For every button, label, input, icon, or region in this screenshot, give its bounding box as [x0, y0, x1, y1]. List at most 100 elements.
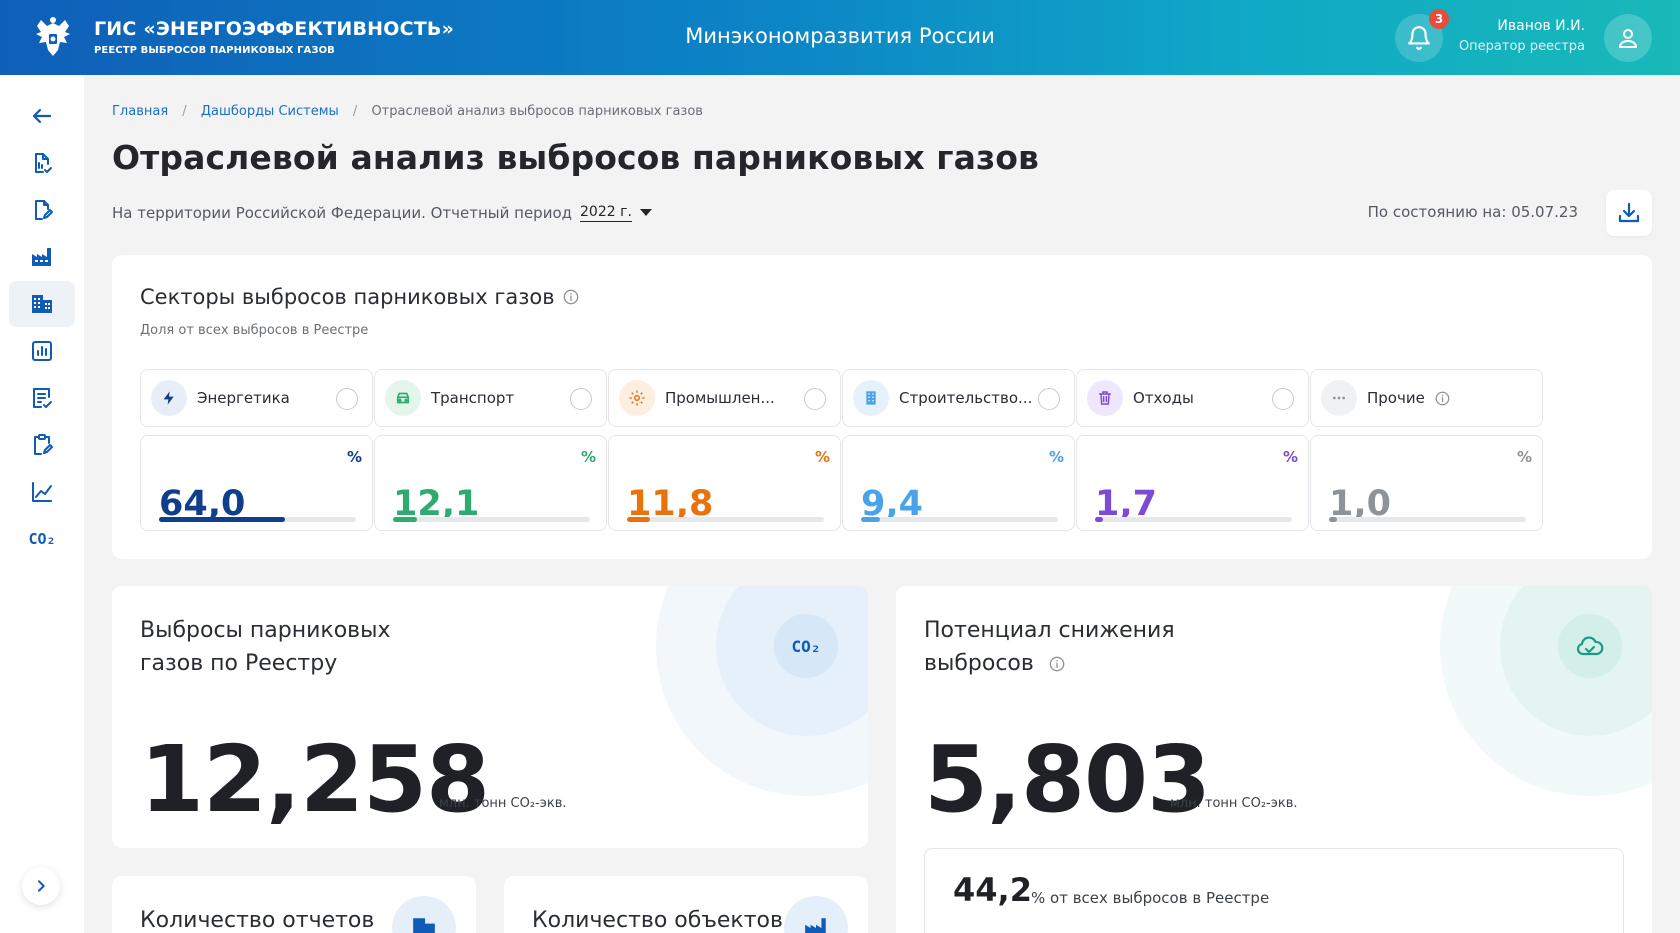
emissions-card: CO₂ Выбросы парниковых газов по Реестру … [112, 586, 868, 848]
download-button[interactable] [1606, 190, 1652, 236]
sector-progress-fill [159, 517, 286, 522]
sector-progress-fill [1095, 517, 1103, 522]
sector-radio[interactable] [1272, 388, 1294, 410]
sector-label: Транспорт [431, 389, 515, 407]
breadcrumb-separator: / [182, 104, 187, 119]
cloud-icon [1558, 614, 1622, 678]
sector-chip-construction[interactable]: Строительство... [842, 369, 1075, 427]
sidebar-item-sectors[interactable] [9, 281, 75, 327]
objects-count-title: Количество объектов [532, 908, 783, 933]
user-info[interactable]: Иванов И.И. Оператор реестра [1459, 18, 1585, 54]
percent-icon: % [580, 448, 596, 466]
factory-icon [32, 248, 51, 266]
percent-icon: % [814, 448, 830, 466]
sector-label-text: Прочие [1367, 389, 1425, 407]
breadcrumb-current: Отраслевой анализ выбросов парниковых га… [371, 104, 703, 119]
reduction-share-value: 44,2 [953, 871, 1032, 909]
sector-chip-industry[interactable]: Промышлен... [608, 369, 841, 427]
filter-text: На территории Российской Федерации. Отче… [112, 203, 573, 222]
sector-progress-fill [627, 517, 651, 522]
dots-icon [1321, 380, 1357, 416]
sector-radio[interactable] [804, 388, 826, 410]
sector-label: Промышлен... [665, 389, 775, 407]
emissions-title: Выбросы парниковых газов по Реестру [140, 618, 391, 676]
sector-progress-track [1095, 517, 1292, 522]
list-check-icon [33, 388, 52, 408]
status-date: По состоянию на: 05.07.23 [1367, 203, 1578, 221]
sector-value-card: % 64,0 [140, 435, 373, 531]
emissions-value: 12,258 [140, 726, 490, 833]
sector-label: Отходы [1133, 389, 1194, 407]
bell-icon [1408, 26, 1430, 50]
breadcrumb-dashboards[interactable]: Дашборды Системы [201, 104, 339, 119]
sector-progress-fill [861, 517, 880, 522]
sector-label: Прочие [1367, 389, 1450, 407]
sector-chip-energy[interactable]: Энергетика [140, 369, 373, 427]
sector-radio[interactable] [570, 388, 592, 410]
trash-icon [1087, 380, 1123, 416]
sector-progress-fill [1329, 517, 1337, 522]
reduction-title: Потенциал снижения выбросов [924, 614, 1224, 680]
sector-value-card: % 12,1 [374, 435, 607, 531]
reduction-share-text: % от всех выбросов в Реестре [1031, 889, 1270, 907]
sidebar-item-analytics[interactable] [9, 328, 75, 374]
sector-chip-other[interactable]: Прочие [1310, 369, 1543, 427]
top-header: ГИС «ЭНЕРГОЭФФЕКТИВНОСТЬ» РЕЕСТР ВЫБРОСО… [0, 0, 1680, 75]
sector-radio[interactable] [1038, 388, 1060, 410]
breadcrumb: Главная / Дашборды Системы / Отраслевой … [112, 104, 703, 119]
sector-label: Энергетика [197, 389, 290, 407]
co2-icon: CO₂ [28, 530, 56, 548]
user-role: Оператор реестра [1458, 39, 1585, 54]
buildings-icon [32, 295, 52, 313]
sidebar-item-factories[interactable] [9, 234, 75, 280]
document-edit-icon [35, 200, 53, 220]
sidebar-expand-button[interactable] [22, 867, 60, 905]
factory-icon [784, 896, 848, 933]
brand[interactable]: ГИС «ЭНЕРГОЭФФЕКТИВНОСТЬ» РЕЕСТР ВЫБРОСО… [94, 18, 454, 56]
sidebar-item-list[interactable] [9, 375, 75, 421]
info-icon[interactable] [1435, 391, 1450, 406]
percent-icon: % [1516, 448, 1532, 466]
info-icon[interactable] [563, 289, 579, 305]
sector-progress-track [159, 517, 356, 522]
notifications-count-badge: 3 [1429, 9, 1449, 29]
info-icon[interactable] [1049, 656, 1065, 672]
emissions-unit: млн. тонн CO₂-экв. [439, 796, 567, 811]
filter-row: На территории Российской Федерации. Отче… [112, 203, 652, 222]
sectors-title-text: Секторы выбросов парниковых газов [140, 285, 555, 309]
percent-icon: % [346, 448, 362, 466]
sector-radio[interactable] [336, 388, 358, 410]
caret-down-icon[interactable] [639, 208, 652, 217]
sidebar-item-reports-check[interactable] [9, 140, 75, 186]
sidebar-item-co2[interactable]: CO₂ [9, 516, 75, 562]
sectors-title: Секторы выбросов парниковых газов [140, 285, 579, 309]
reduction-unit: млн. тонн CO₂-экв. [1170, 796, 1298, 811]
sector-chip-transport[interactable]: Транспорт [374, 369, 607, 427]
car-icon [385, 380, 421, 416]
bar-chart-icon [32, 341, 52, 361]
sector-label: Строительство... [899, 389, 1033, 407]
sidebar: CO₂ [0, 75, 84, 933]
sidebar-back[interactable] [9, 93, 75, 139]
reduction-share-box: 44,2 % от всех выбросов в Реестре [924, 848, 1624, 933]
breadcrumb-home[interactable]: Главная [112, 104, 168, 119]
line-chart-icon [32, 482, 52, 502]
sector-value-card: % 1,7 [1076, 435, 1309, 531]
user-icon [1618, 29, 1638, 48]
sidebar-item-trends[interactable] [9, 469, 75, 515]
sector-progress-fill [393, 517, 417, 522]
period-select[interactable]: 2022 г. [580, 203, 632, 222]
sector-value-card: % 1,0 [1310, 435, 1543, 531]
reduction-value: 5,803 [924, 726, 1211, 833]
sector-value-card: % 11,8 [608, 435, 841, 531]
sector-progress-track [627, 517, 824, 522]
reports-count-title: Количество отчетов [140, 908, 375, 933]
sidebar-item-documents-edit[interactable] [9, 187, 75, 233]
gear-icon [619, 380, 655, 416]
avatar[interactable] [1604, 14, 1652, 62]
sector-chip-waste[interactable]: Отходы [1076, 369, 1309, 427]
sidebar-item-clipboard[interactable] [9, 422, 75, 468]
download-icon [1618, 202, 1640, 223]
report-check-icon [35, 153, 52, 173]
co2-badge-label: CO₂ [791, 636, 821, 656]
